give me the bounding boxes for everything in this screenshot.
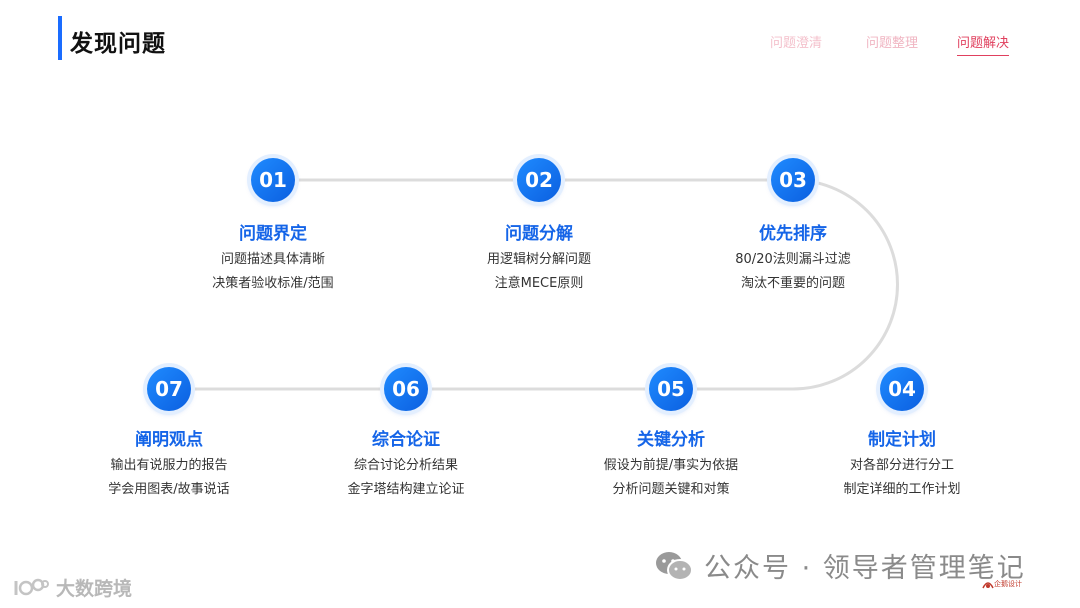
corner-logo-text: 企鹅设计 (994, 580, 1022, 588)
step-4-desc-2: 制定详细的工作计划 (843, 482, 961, 497)
step-2-desc-2: 注意MECE原则 (494, 276, 584, 291)
step-5-desc-1: 假设为前提/事实为依据 (603, 458, 739, 473)
step-6-desc-2: 金字塔结构建立论证 (347, 482, 465, 497)
step-5-desc-2: 分析问题关键和对策 (612, 482, 730, 497)
step-6-number-badge: 06 (384, 367, 428, 411)
step-3-desc-1: 80/20法则漏斗过滤 (735, 252, 851, 267)
step-5-title: 关键分析 (637, 430, 705, 450)
step-7-desc-2: 学会用图表/故事说话 (108, 482, 230, 497)
step-1-title: 问题界定 (239, 224, 307, 244)
brand-logo-icon (14, 578, 49, 595)
process-track (169, 178, 899, 391)
step-6-desc-1: 综合讨论分析结果 (353, 458, 458, 473)
step-4-number-badge: 04 (880, 367, 924, 411)
step-1-number-badge: 01 (251, 158, 295, 202)
step-7-number-badge: 07 (147, 367, 191, 411)
wechat-icon (656, 551, 693, 581)
step-3-number-badge: 03 (771, 158, 815, 202)
step-2-title: 问题分解 (505, 224, 573, 244)
brand-watermark-text: 大数跨境 (56, 578, 133, 600)
step-7-title: 阐明观点 (135, 430, 203, 450)
corner-logo: 企鹅设计 (982, 578, 1022, 590)
corner-logo-icon (982, 582, 994, 589)
step-7-desc-1: 输出有说服力的报告 (110, 458, 228, 473)
wechat-watermark: 公众号 · 领导者管理笔记 (654, 546, 1026, 585)
step-4-desc-1: 对各部分进行分工 (849, 458, 954, 473)
step-6-title: 综合论证 (372, 430, 440, 450)
step-1-desc-2: 决策者验收标准/范围 (212, 276, 334, 291)
step-3-desc-2: 淘汰不重要的问题 (740, 276, 845, 291)
step-4-title: 制定计划 (868, 430, 936, 450)
brand-watermark: 大数跨境 (12, 574, 132, 601)
step-3-title: 优先排序 (759, 224, 827, 244)
step-5-number-badge: 05 (649, 367, 693, 411)
step-1-desc-1: 问题描述具体清晰 (220, 252, 325, 267)
wechat-watermark-text: 公众号 · 领导者管理笔记 (704, 553, 1026, 584)
step-2-desc-1: 用逻辑树分解问题 (486, 252, 591, 267)
step-2-number-badge: 02 (517, 158, 561, 202)
